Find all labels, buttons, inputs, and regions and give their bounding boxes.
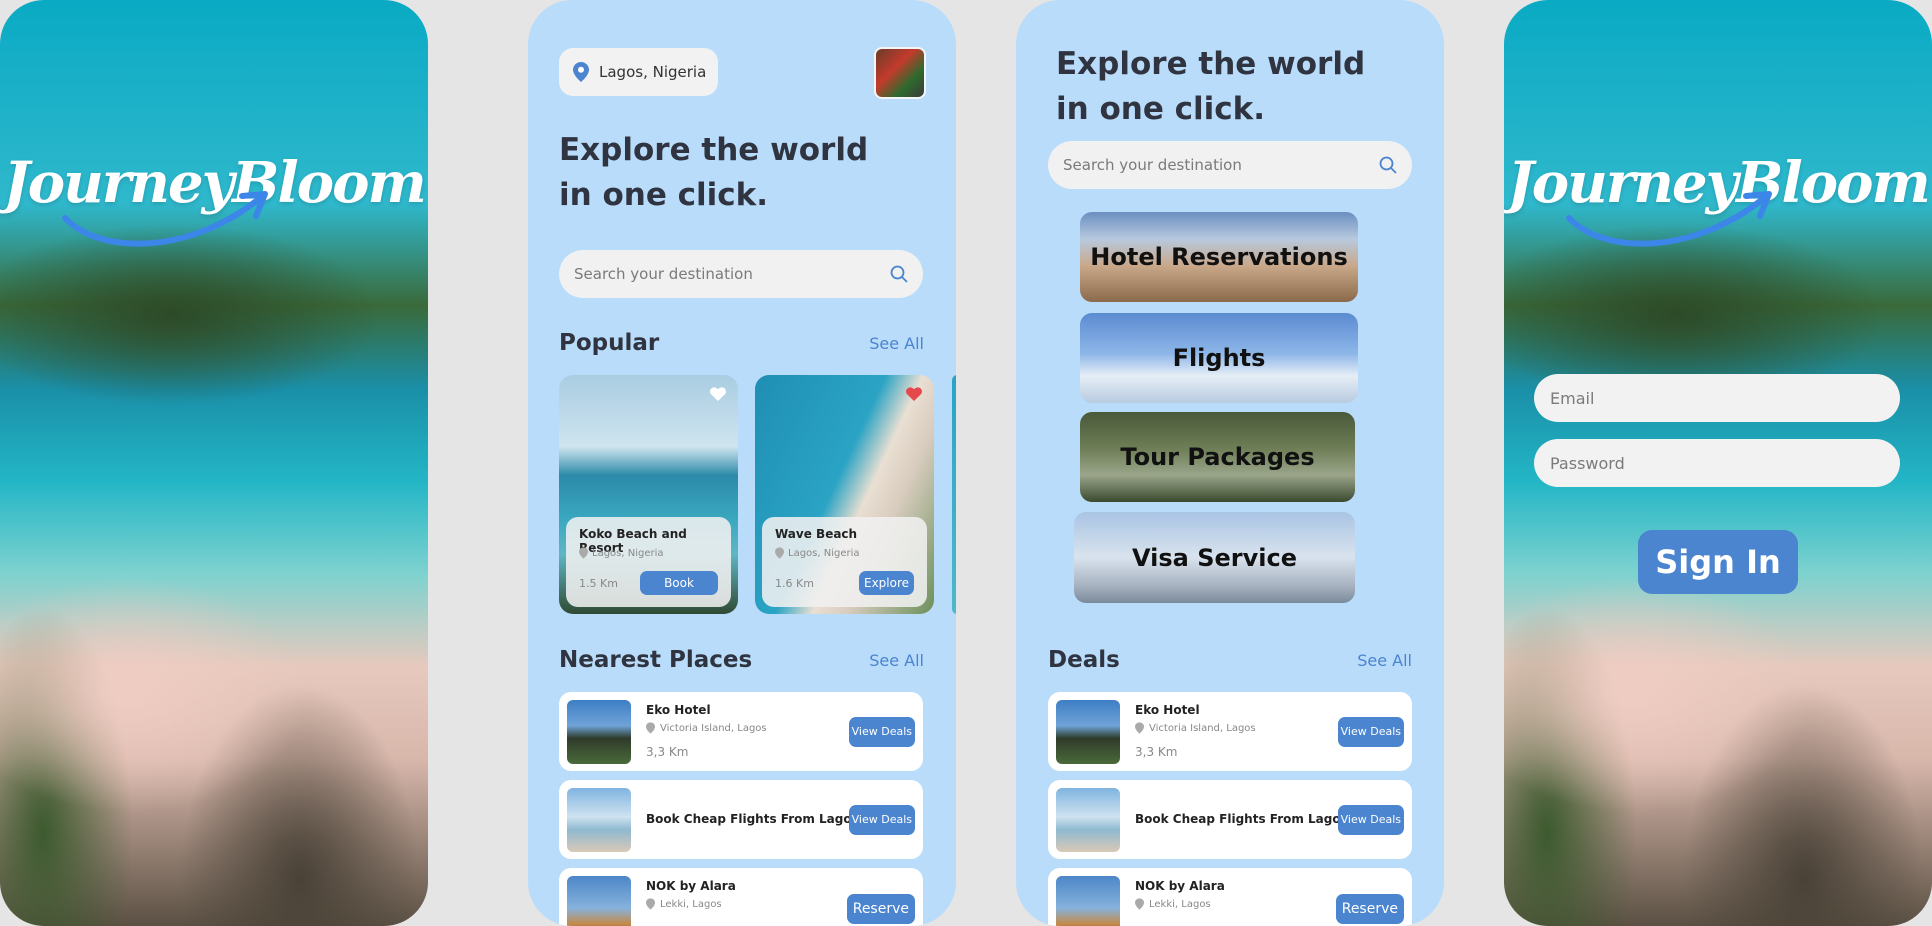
- page-title: Explore the world in one click.: [1056, 46, 1366, 127]
- card-title: Wave Beach: [775, 527, 858, 541]
- view-deals-button[interactable]: View Deals: [1337, 717, 1404, 747]
- service-tile-hotel[interactable]: Hotel Reservations: [1080, 212, 1358, 302]
- reserve-button[interactable]: Reserve: [846, 894, 915, 924]
- see-all-popular-link[interactable]: See All: [869, 334, 924, 353]
- reserve-button[interactable]: Reserve: [1335, 894, 1404, 924]
- card-distance: 1.5 Km: [579, 577, 618, 590]
- swoosh-arrow-icon: [1566, 191, 1772, 247]
- sign-in-button[interactable]: Sign In: [1638, 530, 1798, 594]
- list-item-distance: 3,3 Km: [646, 745, 689, 759]
- list-item[interactable]: Eko Hotel Victoria Island, Lagos 3,3 Km …: [1048, 692, 1412, 771]
- list-item-title: Book Cheap Flights From Lagos: [646, 812, 859, 826]
- search-input[interactable]: Search your destination: [1048, 141, 1412, 189]
- list-item[interactable]: Eko Hotel Victoria Island, Lagos 3,3 Km …: [559, 692, 923, 771]
- location-pin-icon: [646, 898, 655, 910]
- view-deals-button[interactable]: View Deals: [1337, 805, 1404, 835]
- location-pin-icon: [573, 62, 589, 82]
- list-thumbnail: [1056, 876, 1120, 926]
- list-item-title: Eko Hotel: [646, 703, 711, 717]
- avatar[interactable]: [874, 47, 926, 99]
- service-tile-label: Visa Service: [1132, 543, 1297, 572]
- section-title-deals: Deals: [1048, 647, 1120, 673]
- list-thumbnail: [567, 700, 631, 764]
- list-item[interactable]: Book Cheap Flights From Lagos View Deals: [559, 780, 923, 859]
- popular-card[interactable]: Koko Beach and Resort Lagos, Nigeria 1.5…: [559, 375, 738, 614]
- search-icon[interactable]: [890, 265, 908, 283]
- list-item-location: Lekki, Lagos: [646, 898, 722, 910]
- card-info-panel: Wave Beach Lagos, Nigeria 1.6 Km Explore: [762, 517, 927, 607]
- card-location: Lagos, Nigeria: [579, 547, 664, 559]
- service-tile-label: Tour Packages: [1120, 443, 1315, 471]
- email-field[interactable]: Email: [1534, 374, 1900, 422]
- location-pin-icon: [775, 547, 784, 559]
- location-pin-icon: [646, 722, 655, 734]
- search-input[interactable]: Search your destination: [559, 250, 923, 298]
- view-deals-button[interactable]: View Deals: [848, 805, 915, 835]
- heart-icon[interactable]: [906, 387, 922, 401]
- list-item-location-label: Victoria Island, Lagos: [660, 722, 767, 734]
- card-location: Lagos, Nigeria: [775, 547, 860, 559]
- list-thumbnail: [1056, 788, 1120, 852]
- list-item[interactable]: NOK by Alara Lekki, Lagos Reserve: [1048, 868, 1412, 926]
- list-item-distance: 3,3 Km: [1135, 745, 1178, 759]
- list-item-title: NOK by Alara: [1135, 879, 1225, 893]
- password-placeholder: Password: [1550, 453, 1625, 473]
- section-title-nearest: Nearest Places: [559, 647, 753, 673]
- splash-screen: JourneyBloom: [0, 0, 428, 926]
- password-field[interactable]: Password: [1534, 439, 1900, 487]
- service-tile-flights[interactable]: Flights: [1080, 313, 1358, 403]
- card-location-label: Lagos, Nigeria: [788, 547, 860, 559]
- card-location-label: Lagos, Nigeria: [592, 547, 664, 559]
- list-item-location-label: Victoria Island, Lagos: [1149, 722, 1256, 734]
- list-item[interactable]: NOK by Alara Lekki, Lagos Reserve: [559, 868, 923, 926]
- email-placeholder: Email: [1550, 388, 1595, 408]
- search-placeholder: Search your destination: [574, 265, 753, 283]
- list-thumbnail: [567, 876, 631, 926]
- list-item-title: Eko Hotel: [1135, 703, 1200, 717]
- section-title-popular: Popular: [559, 330, 660, 356]
- service-tile-label: Flights: [1172, 344, 1266, 372]
- list-item-location: Victoria Island, Lagos: [646, 722, 767, 734]
- list-item-location-label: Lekki, Lagos: [1149, 898, 1211, 910]
- card-distance: 1.6 Km: [775, 577, 814, 590]
- explore-button[interactable]: Explore: [859, 571, 914, 595]
- login-screen: JourneyBloom Email Password Sign In: [1504, 0, 1932, 926]
- swoosh-arrow-icon: [62, 191, 268, 247]
- list-item-location-label: Lekki, Lagos: [660, 898, 722, 910]
- page-title: Explore the world in one click.: [559, 132, 869, 213]
- list-thumbnail: [1056, 700, 1120, 764]
- popular-card[interactable]: Wave Beach Lagos, Nigeria 1.6 Km Explore: [755, 375, 934, 614]
- list-item[interactable]: Book Cheap Flights From Lagos View Deals: [1048, 780, 1412, 859]
- location-pin-icon: [1135, 722, 1144, 734]
- search-icon[interactable]: [1379, 156, 1397, 174]
- service-tile-label: Hotel Reservations: [1090, 243, 1348, 271]
- list-item-location: Victoria Island, Lagos: [1135, 722, 1256, 734]
- list-item-title: Book Cheap Flights From Lagos: [1135, 812, 1348, 826]
- location-label: Lagos, Nigeria: [599, 63, 707, 81]
- list-thumbnail: [567, 788, 631, 852]
- heart-icon[interactable]: [710, 387, 726, 401]
- popular-card-peek[interactable]: [952, 375, 956, 614]
- list-item-location: Lekki, Lagos: [1135, 898, 1211, 910]
- home-screen: Lagos, Nigeria Explore the world in one …: [528, 0, 956, 926]
- location-pin-icon: [1135, 898, 1144, 910]
- view-deals-button[interactable]: View Deals: [848, 717, 915, 747]
- search-placeholder: Search your destination: [1063, 156, 1242, 174]
- list-item-title: NOK by Alara: [646, 879, 736, 893]
- service-tile-tour[interactable]: Tour Packages: [1080, 412, 1355, 502]
- book-button[interactable]: Book: [640, 571, 718, 595]
- service-tile-visa[interactable]: Visa Service: [1074, 512, 1355, 603]
- see-all-deals-link[interactable]: See All: [1357, 651, 1412, 670]
- location-pin-icon: [579, 547, 588, 559]
- location-selector[interactable]: Lagos, Nigeria: [559, 48, 719, 96]
- services-screen: Explore the world in one click. Search y…: [1016, 0, 1444, 926]
- see-all-nearest-link[interactable]: See All: [869, 651, 924, 670]
- card-info-panel: Koko Beach and Resort Lagos, Nigeria 1.5…: [566, 517, 731, 607]
